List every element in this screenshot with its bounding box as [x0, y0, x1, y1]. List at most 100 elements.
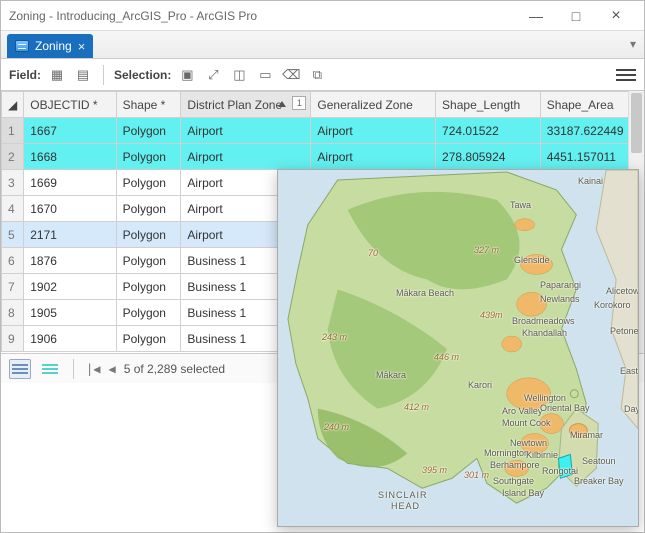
map-alt-label: 70 — [368, 248, 378, 258]
map-alt-label: 327 m — [474, 245, 499, 255]
map-label: Korokoro — [594, 300, 631, 310]
cell-shape[interactable]: Polygon — [116, 144, 181, 170]
show-selected-button[interactable] — [39, 359, 61, 379]
cell-general[interactable]: Airport — [311, 118, 436, 144]
show-all-button[interactable] — [9, 359, 31, 379]
map-label: Day — [624, 404, 639, 414]
row-handle-cell[interactable]: 6 — [2, 248, 24, 274]
map-label: Kainai — [578, 176, 603, 186]
field-label: Field: — [9, 68, 41, 82]
row-handle-cell[interactable]: 8 — [2, 300, 24, 326]
row-handle-cell[interactable]: 3 — [2, 170, 24, 196]
table-row[interactable]: 21668PolygonAirportAirport278.8059244451… — [2, 144, 644, 170]
sort-rank-badge: 1 — [292, 96, 306, 110]
pane-options-icon[interactable]: ▾ — [630, 37, 636, 51]
map-label: Southgate — [493, 476, 534, 486]
cell-shape[interactable]: Polygon — [116, 274, 181, 300]
map-alt-label: 446 m — [434, 352, 459, 362]
row-handle-cell[interactable]: 5 — [2, 222, 24, 248]
cell-objectid[interactable]: 1876 — [24, 248, 116, 274]
col-district-plan-zone[interactable]: District Plan Zone 1 — [181, 92, 311, 118]
row-handle-cell[interactable]: 2 — [2, 144, 24, 170]
tab-strip: Zoning × ▾ — [1, 31, 644, 59]
selection-label: Selection: — [114, 68, 171, 82]
cell-objectid[interactable]: 1668 — [24, 144, 116, 170]
switch-sel-button[interactable]: ◫ — [229, 65, 249, 85]
separator-icon — [73, 359, 74, 379]
cell-shape[interactable]: Polygon — [116, 248, 181, 274]
cell-general[interactable]: Airport — [311, 144, 436, 170]
map-label: Oriental Bay — [540, 403, 590, 413]
map-label: Broadmeadows — [512, 316, 575, 326]
map-label: Tawa — [510, 200, 531, 210]
zoom-to-sel-button[interactable]: ⤢ — [203, 65, 223, 85]
map-label: Newtown — [510, 438, 547, 448]
map-label: Aro Valley — [502, 406, 542, 416]
cell-shape[interactable]: Polygon — [116, 170, 181, 196]
window-close-button[interactable]: × — [596, 7, 636, 25]
sort-asc-icon — [278, 101, 286, 107]
select-by-attr-button[interactable]: ▣ — [177, 65, 197, 85]
col-shape-length[interactable]: Shape_Length — [436, 92, 541, 118]
row-selector-header[interactable]: ◢ — [2, 92, 24, 118]
map-alt-label: 243 m — [322, 332, 347, 342]
map-canvas — [278, 170, 638, 526]
clear-sel-button[interactable]: ▭ — [255, 65, 275, 85]
cell-shape[interactable]: Polygon — [116, 118, 181, 144]
nav-first-button[interactable]: |◀ — [86, 362, 100, 376]
table-row[interactable]: 11667PolygonAirportAirport724.0152233187… — [2, 118, 644, 144]
map-alt-label: 240 m — [324, 422, 349, 432]
col-objectid[interactable]: OBJECTID * — [24, 92, 116, 118]
map-label: HEAD — [391, 501, 420, 511]
row-handle-cell[interactable]: 4 — [2, 196, 24, 222]
separator-icon — [103, 65, 104, 85]
cell-objectid[interactable]: 1905 — [24, 300, 116, 326]
col-shape[interactable]: Shape * — [116, 92, 181, 118]
field-add-button[interactable]: ▦ — [47, 65, 67, 85]
map-label: Newlands — [540, 294, 580, 304]
map-label: Alicetown — [606, 286, 639, 296]
cell-objectid[interactable]: 1670 — [24, 196, 116, 222]
cell-shape[interactable]: Polygon — [116, 222, 181, 248]
col-generalized-zone[interactable]: Generalized Zone — [311, 92, 436, 118]
map-view[interactable]: Tawa Glenside Mākara Beach Paparangi New… — [277, 169, 639, 527]
map-alt-label: 301 m — [464, 470, 489, 480]
cell-shape[interactable]: Polygon — [116, 300, 181, 326]
cell-objectid[interactable]: 1906 — [24, 326, 116, 352]
cell-shape[interactable]: Polygon — [116, 326, 181, 352]
map-label: Glenside — [514, 255, 550, 265]
cell-objectid[interactable]: 1669 — [24, 170, 116, 196]
window-minimize-button[interactable]: — — [516, 8, 556, 24]
cell-shape-length[interactable]: 278.805924 — [436, 144, 541, 170]
field-calc-button[interactable]: ▤ — [73, 65, 93, 85]
cell-shape[interactable]: Polygon — [116, 196, 181, 222]
map-label: Mount Cook — [502, 418, 551, 428]
tab-label: Zoning — [35, 39, 72, 53]
row-handle-cell[interactable]: 1 — [2, 118, 24, 144]
cell-objectid[interactable]: 2171 — [24, 222, 116, 248]
table-icon — [15, 40, 29, 52]
menu-button[interactable] — [616, 65, 636, 85]
row-handle-cell[interactable]: 7 — [2, 274, 24, 300]
map-label: Seatoun — [582, 456, 616, 466]
scroll-thumb[interactable] — [631, 93, 642, 153]
map-label: Mornington — [484, 448, 529, 458]
copy-sel-button[interactable]: ⧉ — [307, 65, 327, 85]
cell-district[interactable]: Airport — [181, 144, 311, 170]
window-title: Zoning - Introducing_ArcGIS_Pro - ArcGIS… — [9, 9, 516, 23]
map-label: Eastb — [620, 366, 639, 376]
tab-close-icon[interactable]: × — [78, 40, 86, 53]
map-label: Wellington — [524, 393, 566, 403]
map-alt-label: 395 m — [422, 465, 447, 475]
delete-sel-button[interactable]: ⌫ — [281, 65, 301, 85]
cell-objectid[interactable]: 1667 — [24, 118, 116, 144]
map-label: Miramar — [570, 430, 603, 440]
window-maximize-button[interactable]: □ — [556, 8, 596, 24]
map-label: Khandallah — [522, 328, 567, 338]
row-handle-cell[interactable]: 9 — [2, 326, 24, 352]
cell-shape-length[interactable]: 724.01522 — [436, 118, 541, 144]
cell-objectid[interactable]: 1902 — [24, 274, 116, 300]
cell-district[interactable]: Airport — [181, 118, 311, 144]
nav-prev-button[interactable]: ◀ — [108, 362, 115, 376]
tab-zoning[interactable]: Zoning × — [7, 34, 93, 58]
